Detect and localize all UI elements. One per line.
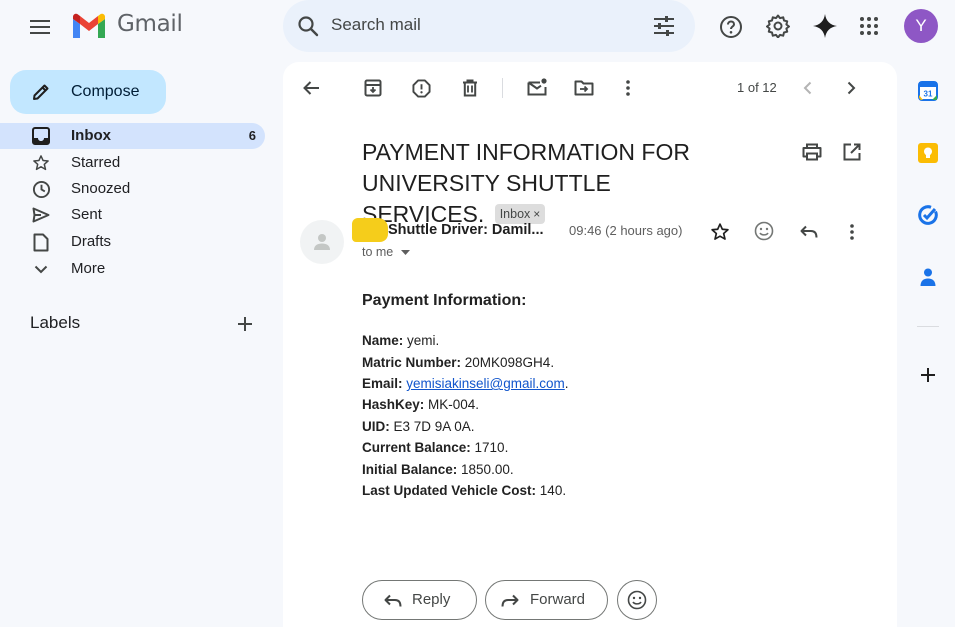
field-uid: UID: E3 7D 9A 0A.	[362, 419, 475, 434]
open-new-window-icon[interactable]	[841, 141, 863, 163]
star-message-icon[interactable]	[709, 221, 731, 243]
apps-grid-icon[interactable]	[857, 14, 881, 38]
field-name: Name: yemi.	[362, 333, 440, 348]
gmail-logo-icon[interactable]	[71, 13, 107, 40]
field-last-updated-vehicle-cost: Last Updated Vehicle Cost: 140.	[362, 483, 567, 498]
calendar-icon[interactable]: 31	[917, 80, 939, 102]
field-matric-number: Matric Number: 20MK098GH4.	[362, 355, 555, 370]
mark-unread-icon[interactable]	[525, 76, 549, 98]
email-link[interactable]: yemisiakinseli@gmail.com	[406, 376, 565, 391]
field-hashkey: HashKey: MK-004.	[362, 397, 480, 412]
caret-down-icon[interactable]	[400, 245, 410, 259]
remove-label-icon[interactable]: ×	[533, 207, 540, 221]
sidebar-item-more[interactable]: More	[0, 256, 265, 282]
sidebar-item-label: Inbox	[71, 127, 111, 144]
inbox-icon	[31, 126, 51, 146]
more-vert-toolbar-icon[interactable]	[617, 77, 639, 99]
help-icon[interactable]	[718, 14, 744, 40]
labels-heading: Labels	[30, 313, 81, 332]
clock-icon	[31, 179, 51, 199]
email-timestamp: 09:46 (2 hours ago)	[569, 223, 683, 238]
svg-text:31: 31	[924, 90, 933, 99]
sidebar-item-drafts[interactable]: Drafts	[0, 229, 265, 255]
unread-count-badge: 6	[248, 128, 256, 143]
pagination-label: 1 of 12	[737, 80, 777, 95]
field-initial-balance: Initial Balance: 1850.00.	[362, 462, 514, 477]
sidebar-item-starred[interactable]: Starred	[0, 150, 265, 176]
person-placeholder-icon	[312, 231, 332, 253]
side-panel-divider	[917, 326, 939, 327]
compose-label: Compose	[71, 83, 140, 100]
forward-icon	[500, 592, 520, 610]
redaction-highlight	[352, 218, 388, 242]
search-icon[interactable]	[295, 13, 321, 39]
recipient-text: to me	[362, 245, 394, 259]
tasks-icon[interactable]	[917, 204, 939, 226]
chip-label: Inbox	[499, 206, 531, 221]
create-label-plus-icon[interactable]	[234, 313, 256, 335]
sidebar-item-label: Snoozed	[71, 180, 131, 197]
chevron-down-icon	[31, 259, 51, 279]
field-email: Email: yemisiakinseli@gmail.com.	[362, 376, 569, 391]
sidebar-item-label: More	[71, 260, 106, 277]
move-to-folder-icon[interactable]	[573, 77, 595, 99]
email-subject: PAYMENT INFORMATION FOR UNIVERSITY SHUTT…	[362, 137, 722, 230]
main-menu-icon[interactable]	[28, 15, 52, 39]
forward-button[interactable]: Forward	[485, 580, 608, 620]
keep-icon[interactable]	[917, 142, 939, 164]
send-icon	[31, 205, 51, 225]
reply-button[interactable]: Reply	[362, 580, 477, 620]
more-vert-message-icon[interactable]	[841, 221, 863, 243]
report-spam-icon[interactable]	[410, 77, 432, 99]
star-icon	[31, 153, 51, 173]
sidebar-item-label: Sent	[71, 206, 102, 223]
account-avatar[interactable]: Y	[904, 9, 938, 43]
emoji-react-button[interactable]	[617, 580, 657, 620]
sender-avatar[interactable]	[300, 220, 344, 264]
field-current-balance: Current Balance: 1710.	[362, 440, 509, 455]
sidebar-item-label: Starred	[71, 154, 121, 171]
compose-button[interactable]: Compose	[10, 70, 166, 114]
get-addons-plus-icon[interactable]	[917, 364, 939, 386]
sidebar-item-snoozed[interactable]: Snoozed	[0, 176, 265, 202]
sidebar-item-inbox[interactable]: Inbox 6	[0, 123, 265, 149]
back-arrow-icon[interactable]	[300, 77, 322, 99]
settings-gear-icon[interactable]	[765, 13, 791, 39]
smiley-icon	[626, 589, 648, 611]
pencil-icon	[30, 81, 52, 103]
recipient-details[interactable]: to me	[362, 245, 410, 259]
archive-icon[interactable]	[362, 77, 384, 99]
sidebar-item-label: Drafts	[71, 233, 112, 250]
toolbar-divider	[502, 78, 503, 98]
inbox-label-chip[interactable]: Inbox ×	[494, 203, 546, 224]
reply-label: Reply	[412, 591, 451, 608]
sidebar-item-sent[interactable]: Sent	[0, 202, 265, 228]
print-icon[interactable]	[801, 141, 823, 163]
reply-icon	[383, 592, 403, 610]
reply-icon[interactable]	[798, 221, 820, 243]
emoji-reaction-icon[interactable]	[753, 220, 775, 242]
gmail-wordmark[interactable]: Gmail	[117, 11, 183, 37]
chevron-left-icon[interactable]	[798, 78, 816, 98]
delete-trash-icon[interactable]	[459, 77, 481, 99]
search-input[interactable]: Search mail	[331, 15, 421, 35]
chevron-right-icon[interactable]	[842, 78, 860, 98]
sender-name[interactable]: Shuttle Driver: Damil...	[388, 222, 544, 238]
search-bar[interactable]: Search mail	[283, 0, 695, 52]
forward-label: Forward	[530, 591, 586, 608]
body-heading: Payment Information:	[362, 292, 527, 309]
draft-icon	[31, 232, 51, 252]
contacts-icon[interactable]	[917, 266, 939, 288]
gemini-sparkle-icon[interactable]	[811, 12, 839, 40]
search-options-icon[interactable]	[651, 14, 677, 38]
